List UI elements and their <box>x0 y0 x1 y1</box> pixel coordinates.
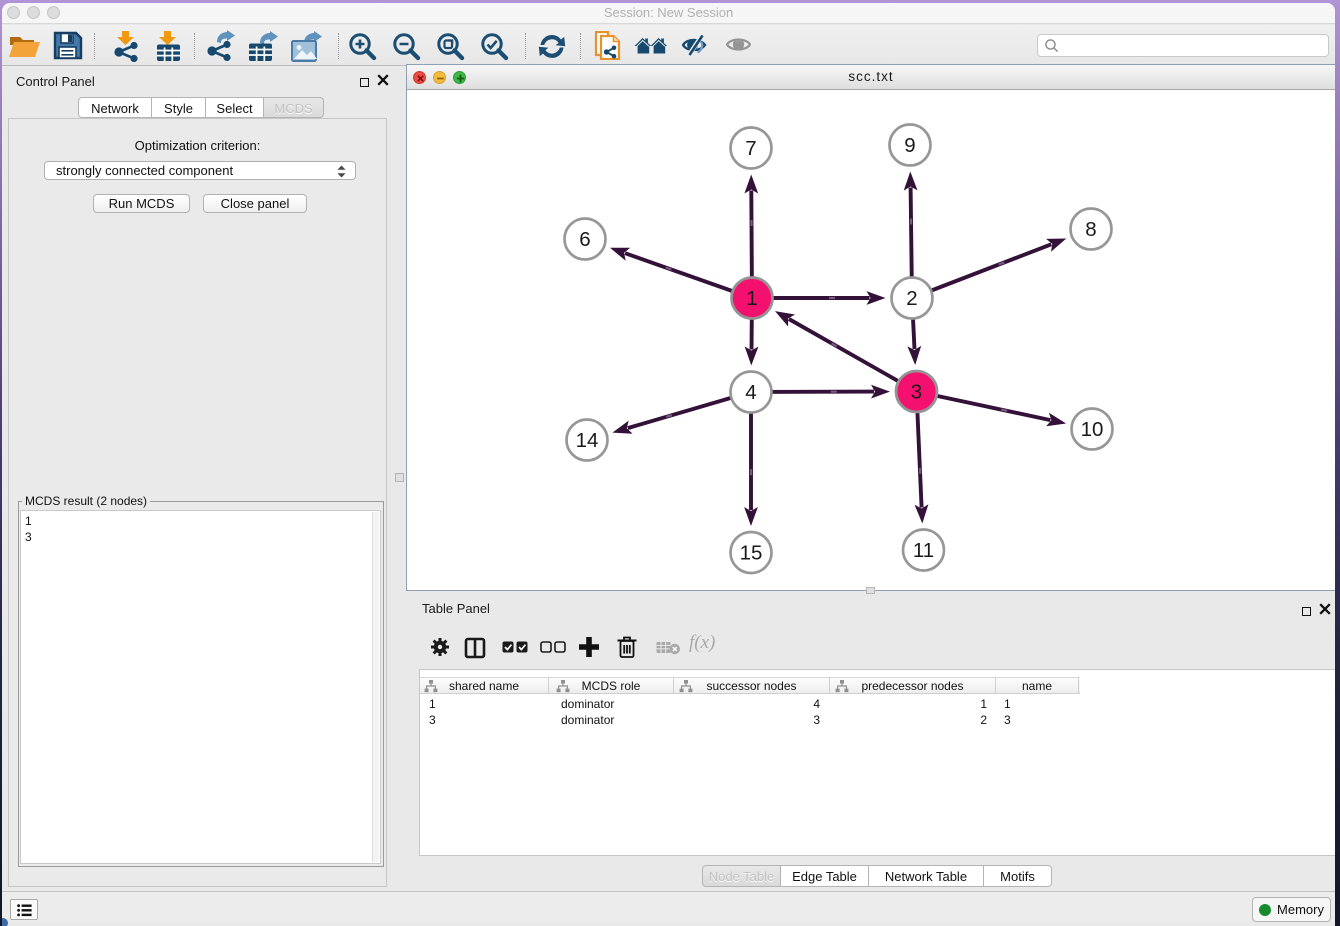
svg-text:11: 11 <box>913 539 934 562</box>
svg-text:14: 14 <box>576 429 599 452</box>
svg-text:7: 7 <box>745 137 756 160</box>
svg-text:15: 15 <box>740 542 763 565</box>
svg-text:10: 10 <box>1081 418 1104 441</box>
svg-text:2: 2 <box>906 287 917 310</box>
svg-text:4: 4 <box>745 381 756 404</box>
svg-text:9: 9 <box>904 134 915 157</box>
svg-text:6: 6 <box>579 228 590 251</box>
svg-text:8: 8 <box>1085 218 1096 241</box>
svg-text:1: 1 <box>746 287 757 310</box>
svg-text:3: 3 <box>911 381 922 404</box>
